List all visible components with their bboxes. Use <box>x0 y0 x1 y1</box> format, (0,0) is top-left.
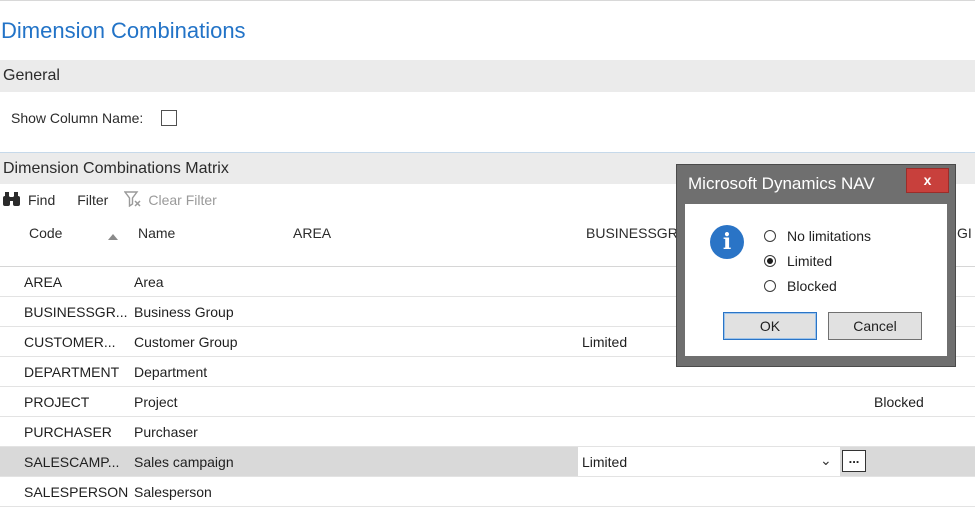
clear-filter-icon <box>123 190 142 210</box>
table-row[interactable]: SALESPERSON Salesperson <box>0 477 975 507</box>
assist-edit-button[interactable]: ... <box>842 450 866 472</box>
row-name: Customer Group <box>134 334 238 350</box>
column-header-area[interactable]: AREA <box>293 225 331 241</box>
row-code: PROJECT <box>24 394 90 410</box>
close-button[interactable]: x <box>906 168 949 193</box>
cell-businessgroup[interactable]: Limited <box>582 454 627 470</box>
row-code: SALESCAMP... <box>24 454 120 470</box>
option-label: Limited <box>787 253 833 269</box>
row-name: Department <box>134 364 208 380</box>
page-title: Dimension Combinations <box>1 18 246 43</box>
dialog-body: i No limitations Limited Blocked OK Canc… <box>685 204 947 356</box>
clear-filter-button[interactable]: Clear Filter <box>123 190 217 210</box>
clear-filter-label: Clear Filter <box>148 192 217 208</box>
row-code: PURCHASER <box>24 424 112 440</box>
dialog-title: Microsoft Dynamics NAV <box>688 174 875 193</box>
option-label: No limitations <box>787 228 872 244</box>
row-code: SALESPERSON <box>24 484 129 500</box>
row-code: DEPARTMENT <box>24 364 120 380</box>
row-code: CUSTOMER... <box>24 334 116 350</box>
option-no-limitations[interactable]: No limitations <box>764 228 871 244</box>
table-row[interactable]: PURCHASER Purchaser <box>0 417 975 447</box>
column-header-customergroup[interactable]: GI <box>957 225 972 241</box>
table-row[interactable]: PROJECT Project Blocked <box>0 387 975 417</box>
filter-label: Filter <box>77 192 109 208</box>
cell-businessgroup[interactable]: Limited <box>582 334 627 350</box>
row-name: Area <box>134 274 164 290</box>
row-name: Salesperson <box>134 484 212 500</box>
row-name: Business Group <box>134 304 234 320</box>
table-row-selected[interactable]: SALESCAMP... Sales campaign Limited ⌄ ..… <box>0 447 975 477</box>
info-icon: i <box>710 225 744 259</box>
chevron-down-icon[interactable]: ⌄ <box>820 452 832 469</box>
section-general-header[interactable]: General <box>0 60 975 92</box>
row-name: Project <box>134 394 178 410</box>
radio-no-limitations[interactable] <box>764 230 776 242</box>
show-column-name-checkbox[interactable] <box>161 110 178 126</box>
row-name: Purchaser <box>134 424 198 440</box>
column-header-businessgroup[interactable]: BUSINESSGR <box>586 225 678 241</box>
row-name: Sales campaign <box>134 454 234 470</box>
radio-limited[interactable] <box>764 255 776 267</box>
find-button[interactable]: Find <box>2 191 55 210</box>
row-code: BUSINESSGR... <box>24 304 128 320</box>
filter-button[interactable]: Filter <box>77 192 108 208</box>
show-column-name-label: Show Column Name: <box>11 110 144 126</box>
column-header-code[interactable]: Code <box>29 225 62 241</box>
show-column-name-field: Show Column Name: <box>11 110 178 126</box>
ok-button[interactable]: OK <box>723 312 817 340</box>
binoculars-icon <box>2 191 22 210</box>
option-limited[interactable]: Limited <box>764 253 832 269</box>
message-dialog: Microsoft Dynamics NAV x i No limitation… <box>676 164 956 367</box>
top-divider <box>0 0 975 1</box>
cancel-button[interactable]: Cancel <box>828 312 922 340</box>
option-blocked[interactable]: Blocked <box>764 278 837 294</box>
option-label: Blocked <box>787 278 837 294</box>
column-header-name[interactable]: Name <box>138 225 175 241</box>
find-label: Find <box>28 192 56 208</box>
cell-customergroup[interactable]: Blocked <box>874 394 924 410</box>
sort-ascending-icon <box>108 234 118 240</box>
radio-blocked[interactable] <box>764 280 776 292</box>
row-code: AREA <box>24 274 63 290</box>
